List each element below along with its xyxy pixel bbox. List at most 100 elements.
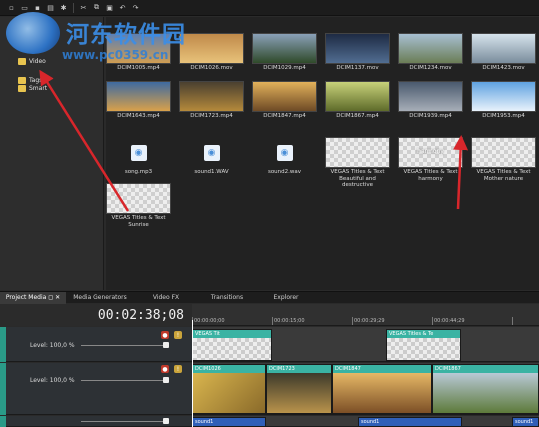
- media-thumbnail: [106, 81, 171, 112]
- window-docking-tabs: Project Media ◻ ✕ Media Generators Video…: [0, 291, 539, 304]
- video-track-1[interactable]: VEGAS Tit VEGAS Titles & Te: [192, 327, 539, 362]
- media-thumbnail: [398, 81, 463, 112]
- watermark-logo: [6, 12, 60, 54]
- video-track-2[interactable]: DCIM1026 DCIM1723 DCIM1847 DCIM1867: [192, 363, 539, 415]
- audio-file-icon: ◉: [203, 145, 220, 161]
- ruler-tick: [352, 317, 353, 325]
- media-tile-video[interactable]: DCIM1423.mov: [471, 33, 536, 73]
- tree-item-video[interactable]: Video: [18, 58, 46, 65]
- copy-icon[interactable]: ⧉: [91, 2, 102, 13]
- video-clip[interactable]: DCIM1026: [192, 364, 266, 414]
- playhead-cursor[interactable]: [192, 320, 193, 427]
- title-clip[interactable]: VEGAS Tit: [192, 329, 272, 361]
- folder-icon: [18, 77, 26, 84]
- ruler-tick: [272, 317, 273, 325]
- level-label: Level: 100,0 %: [30, 342, 75, 349]
- tab-explorer[interactable]: Explorer: [256, 292, 316, 304]
- media-label: VEGAS Titles & Text Beautiful and destru…: [330, 169, 385, 188]
- audio-clip[interactable]: sound1: [192, 417, 266, 427]
- watermark-title: 河东软件园: [66, 21, 186, 48]
- tab-video-fx[interactable]: Video FX: [134, 292, 198, 304]
- media-tile-video[interactable]: DCIM1234.mov: [398, 33, 463, 73]
- media-tile-title[interactable]: VEGAS Titles & Text Mother nature: [471, 137, 536, 182]
- new-icon[interactable]: ▫: [6, 2, 17, 13]
- ruler-label: 00:00:15;00: [274, 318, 305, 324]
- media-thumbnail: harmony: [398, 137, 463, 168]
- media-tile-video[interactable]: DCIM1953.mp4: [471, 81, 536, 121]
- media-tile-video[interactable]: DCIM1643.mp4: [106, 81, 171, 121]
- media-tile-video[interactable]: DCIM1137.mov: [325, 33, 390, 73]
- volume-slider[interactable]: [81, 418, 169, 424]
- audio-track[interactable]: sound1 sound1 sound1: [192, 416, 539, 427]
- media-label: DCIM1026.mov: [190, 65, 233, 71]
- folder-icon: [18, 58, 26, 65]
- tree-item-label: Smart: [29, 85, 48, 92]
- media-tile-video[interactable]: DCIM1026.mov: [179, 33, 244, 73]
- close-icon[interactable]: ✕: [55, 294, 60, 301]
- title-preview-text: harmony: [417, 148, 444, 155]
- tab-label: Project Media: [5, 294, 47, 301]
- media-thumbnail: [325, 33, 390, 64]
- vegas-window: ▫ ▭ ▪ ▤ ✱ ✂ ⧉ ▣ ↶ ↷ Video Tags Smart DCI…: [0, 0, 539, 427]
- paste-icon[interactable]: ▣: [104, 2, 115, 13]
- clip-title: DCIM1723: [267, 365, 331, 373]
- video-clip[interactable]: DCIM1723: [266, 364, 332, 414]
- video-clip[interactable]: DCIM1867: [432, 364, 539, 414]
- audio-clip[interactable]: sound1: [358, 417, 462, 427]
- media-tile-audio[interactable]: ◉ song.mp3: [106, 137, 171, 177]
- video-clip[interactable]: DCIM1847: [332, 364, 432, 414]
- level-label: Level: 100,0 %: [30, 377, 75, 384]
- clip-title: VEGAS Tit: [193, 330, 271, 338]
- audio-clip[interactable]: sound1: [512, 417, 539, 427]
- media-label: DCIM1137.mov: [336, 65, 379, 71]
- media-tile-audio[interactable]: ◉ sound2.wav: [252, 137, 317, 177]
- mute-icon[interactable]: ●: [161, 331, 169, 339]
- media-tile-audio[interactable]: ◉ sound1.WAV: [179, 137, 244, 177]
- tab-transitions[interactable]: Transitions: [198, 292, 256, 304]
- slider-knob[interactable]: [163, 342, 169, 348]
- slider-knob[interactable]: [163, 418, 169, 424]
- clip-thumbnail: [193, 338, 271, 360]
- clip-title: VEGAS Titles & Te: [387, 330, 460, 338]
- media-tile-video[interactable]: DCIM1029.mp4: [252, 33, 317, 73]
- media-thumbnail: ◉: [252, 137, 317, 168]
- properties-icon[interactable]: ▤: [45, 2, 56, 13]
- solo-icon[interactable]: !: [174, 331, 182, 339]
- solo-icon[interactable]: !: [174, 365, 182, 373]
- clip-thumbnail: [193, 373, 265, 413]
- cut-icon[interactable]: ✂: [78, 2, 89, 13]
- clip-title: DCIM1026: [193, 365, 265, 373]
- watermark-url: www.pc0359.cn: [62, 48, 169, 62]
- tab-media-generators[interactable]: Media Generators: [66, 292, 134, 304]
- level-slider[interactable]: [81, 342, 169, 348]
- tab-project-media[interactable]: Project Media ◻ ✕: [0, 291, 66, 304]
- tree-item-tags[interactable]: Tags: [18, 77, 42, 84]
- timeline-ruler[interactable]: 00:00:00;00 00:00:15;00 00:00:29;29 00:0…: [192, 304, 539, 326]
- media-thumbnail: [471, 137, 536, 168]
- title-clip[interactable]: VEGAS Titles & Te: [386, 329, 461, 361]
- redo-icon[interactable]: ↷: [130, 2, 141, 13]
- media-label: song.mp3: [124, 169, 153, 175]
- undo-icon[interactable]: ↶: [117, 2, 128, 13]
- media-tile-video[interactable]: DCIM1867.mp4: [325, 81, 390, 121]
- settings-icon[interactable]: ✱: [58, 2, 69, 13]
- dock-icon[interactable]: ◻: [48, 294, 53, 301]
- tree-item-smart[interactable]: Smart: [18, 85, 47, 92]
- media-tile-title[interactable]: harmony VEGAS Titles & Text harmony: [398, 137, 463, 182]
- media-label: VEGAS Titles & Text Mother nature: [476, 169, 531, 182]
- clip-thumbnail: [267, 373, 331, 413]
- media-thumbnail: [106, 183, 171, 214]
- media-tile-video[interactable]: DCIM1847.mp4: [252, 81, 317, 121]
- media-tile-title[interactable]: VEGAS Titles & Text Sunrise: [106, 183, 171, 228]
- media-tile-video[interactable]: DCIM1723.mp4: [179, 81, 244, 121]
- audio-file-icon: ◉: [130, 145, 147, 161]
- media-label: DCIM1723.mp4: [190, 113, 233, 119]
- mute-icon[interactable]: ●: [161, 365, 169, 373]
- clip-thumbnail: [433, 373, 538, 413]
- media-tile-video[interactable]: DCIM1939.mp4: [398, 81, 463, 121]
- media-thumbnail: [179, 81, 244, 112]
- level-slider[interactable]: [81, 377, 169, 383]
- slider-knob[interactable]: [163, 377, 169, 383]
- media-label: sound1.WAV: [194, 169, 229, 175]
- media-tile-title[interactable]: VEGAS Titles & Text Beautiful and destru…: [325, 137, 390, 188]
